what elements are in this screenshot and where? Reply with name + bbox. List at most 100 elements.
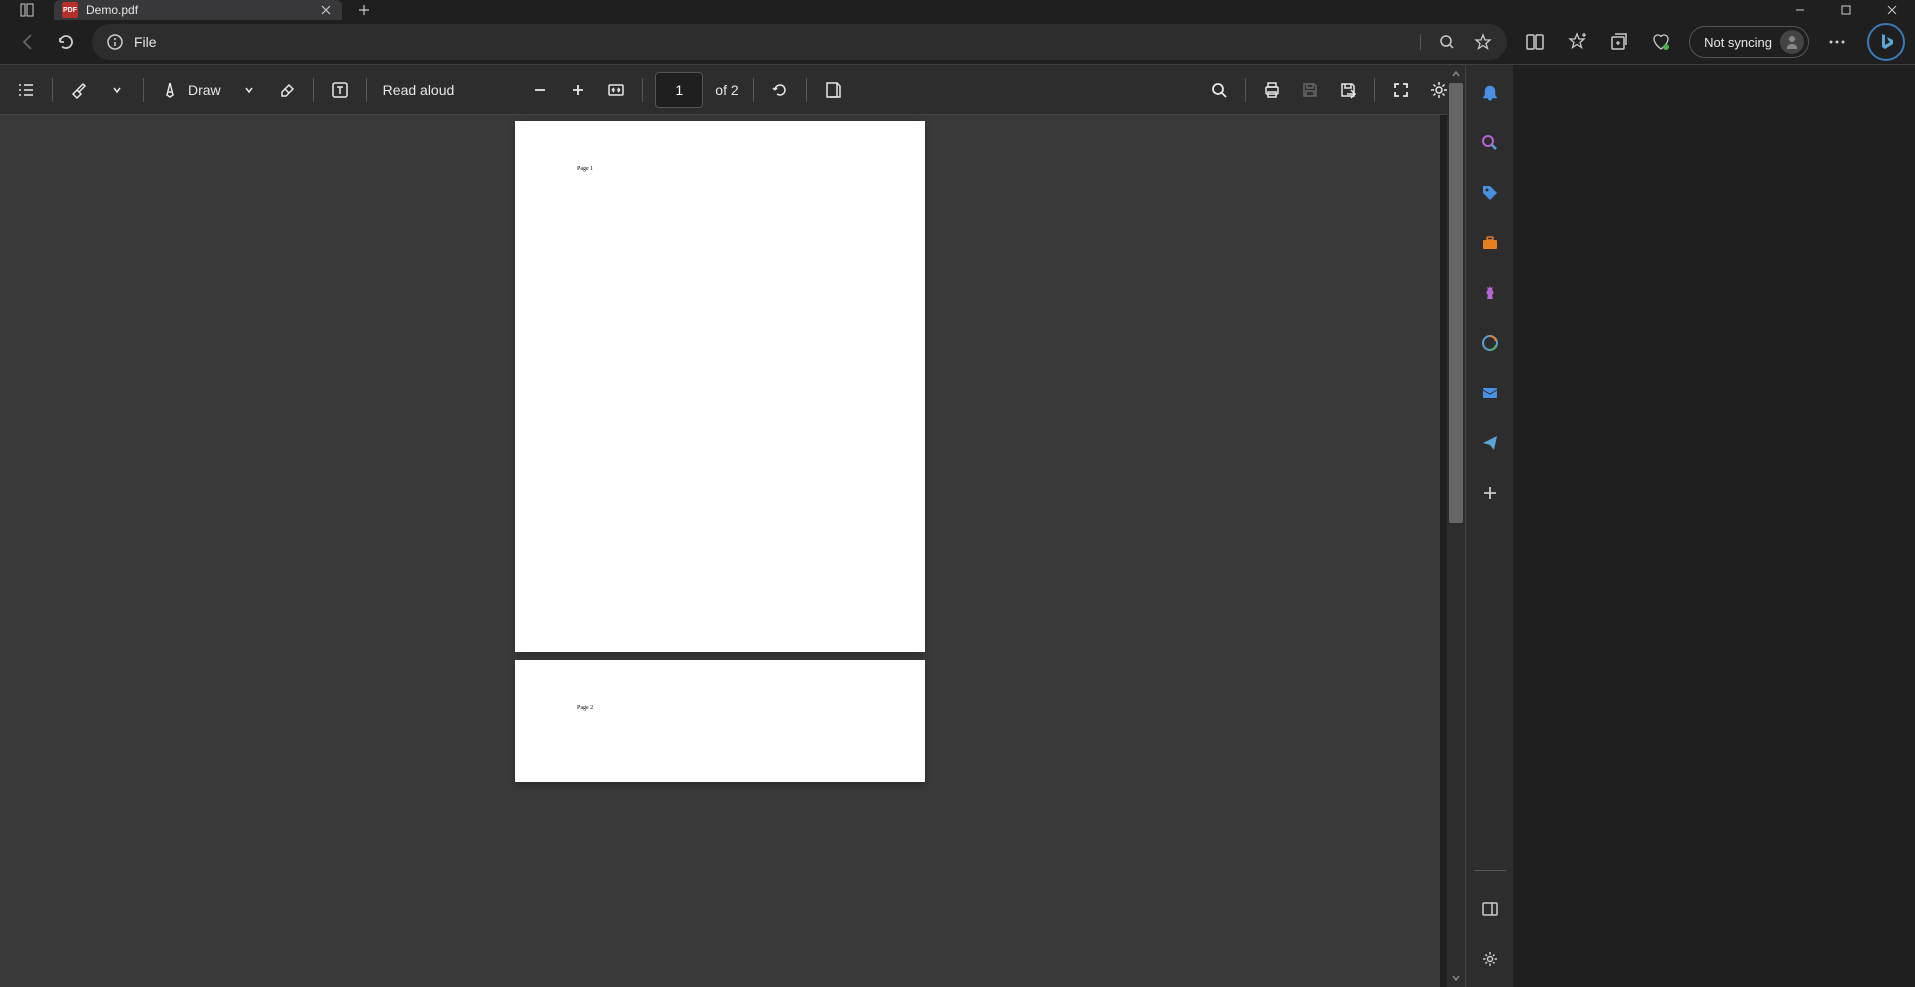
sidebar-office[interactable] xyxy=(1474,327,1506,359)
edge-sidebar xyxy=(1465,65,1513,987)
draw-dropdown[interactable] xyxy=(231,72,267,108)
eraser-icon xyxy=(277,80,297,100)
scroll-up-button[interactable] xyxy=(1447,65,1465,83)
divider xyxy=(642,78,643,102)
divider xyxy=(753,78,754,102)
sidebar-add[interactable] xyxy=(1474,477,1506,509)
contents-icon xyxy=(16,80,36,100)
back-button[interactable] xyxy=(10,24,46,60)
sidebar-search[interactable] xyxy=(1474,127,1506,159)
person-icon xyxy=(1784,34,1800,50)
divider xyxy=(143,78,144,102)
highlight-dropdown[interactable] xyxy=(99,72,135,108)
refresh-button[interactable] xyxy=(48,24,84,60)
send-icon xyxy=(1480,433,1500,453)
tab-actions-button[interactable] xyxy=(0,0,54,20)
pdf-page-1[interactable]: Page 1 xyxy=(515,121,925,652)
browser-tab[interactable]: PDF Demo.pdf xyxy=(54,0,342,20)
tab-bar: PDF Demo.pdf xyxy=(0,0,1915,20)
favorite-button[interactable] xyxy=(1467,26,1499,58)
new-tab-button[interactable] xyxy=(350,0,378,20)
address-bar[interactable]: File xyxy=(92,24,1507,60)
erase-button[interactable] xyxy=(269,72,305,108)
search-icon xyxy=(1209,80,1229,100)
minimize-button[interactable] xyxy=(1777,0,1823,20)
highlight-button[interactable] xyxy=(61,72,97,108)
minimize-icon xyxy=(1795,5,1805,15)
refresh-icon xyxy=(56,32,76,52)
draw-button[interactable]: Draw xyxy=(152,72,229,108)
close-tab-button[interactable] xyxy=(318,2,334,18)
fit-width-icon xyxy=(606,80,626,100)
search-address-button[interactable] xyxy=(1431,26,1463,58)
pdf-page-2[interactable]: Page 2 xyxy=(515,660,925,782)
collections-button[interactable] xyxy=(1599,24,1639,60)
menu-button[interactable] xyxy=(1817,24,1857,60)
minus-icon xyxy=(532,82,548,98)
pdf-toolbar: Draw Read aloud xyxy=(0,65,1465,115)
sidebar-tools[interactable] xyxy=(1474,227,1506,259)
rotate-button[interactable] xyxy=(762,72,798,108)
read-aloud-label: Read aloud xyxy=(383,82,455,98)
save-as-icon xyxy=(1338,80,1358,100)
sidebar-notifications[interactable] xyxy=(1474,77,1506,109)
bing-icon xyxy=(1876,32,1896,52)
scroll-thumb[interactable] xyxy=(1449,83,1463,523)
panel-icon xyxy=(1481,900,1499,918)
split-screen-icon xyxy=(1525,32,1545,52)
bing-button[interactable] xyxy=(1867,23,1905,61)
sidebar-outlook[interactable] xyxy=(1474,377,1506,409)
browser-essentials-button[interactable] xyxy=(1641,24,1681,60)
find-button[interactable] xyxy=(1201,72,1237,108)
gear-icon xyxy=(1481,950,1499,968)
maximize-button[interactable] xyxy=(1823,0,1869,20)
divider xyxy=(1474,870,1506,871)
sidebar-hide[interactable] xyxy=(1474,893,1506,925)
split-screen-button[interactable] xyxy=(1515,24,1555,60)
zoom-out-button[interactable] xyxy=(522,72,558,108)
close-window-button[interactable] xyxy=(1869,0,1915,20)
save-as-button[interactable] xyxy=(1330,72,1366,108)
draw-label: Draw xyxy=(188,82,221,98)
rotate-icon xyxy=(770,80,790,100)
page-number-input[interactable] xyxy=(655,72,703,108)
print-icon xyxy=(1262,80,1282,100)
sidebar-drop[interactable] xyxy=(1474,427,1506,459)
print-button[interactable] xyxy=(1254,72,1290,108)
page-view-button[interactable] xyxy=(815,72,851,108)
pdf-viewer[interactable]: Page 1 Page 2 xyxy=(0,115,1440,987)
divider xyxy=(1245,78,1246,102)
tag-icon xyxy=(1480,183,1500,203)
pen-icon xyxy=(160,80,180,100)
add-text-button[interactable] xyxy=(322,72,358,108)
fit-page-button[interactable] xyxy=(598,72,634,108)
vertical-scrollbar[interactable] xyxy=(1447,65,1465,987)
sidebar-games[interactable] xyxy=(1474,277,1506,309)
highlighter-icon xyxy=(69,80,89,100)
sync-profile-button[interactable]: Not syncing xyxy=(1689,26,1809,58)
read-aloud-button[interactable]: Read aloud xyxy=(375,72,463,108)
sidebar-settings[interactable] xyxy=(1474,943,1506,975)
save-icon xyxy=(1300,80,1320,100)
contents-button[interactable] xyxy=(8,72,44,108)
save-button[interactable] xyxy=(1292,72,1328,108)
bell-icon xyxy=(1480,83,1500,103)
chess-icon xyxy=(1480,283,1500,303)
tab-title: Demo.pdf xyxy=(86,3,310,17)
address-text: File xyxy=(134,34,1421,50)
gear-icon xyxy=(1429,80,1449,100)
scroll-track[interactable] xyxy=(1447,83,1465,969)
pdf-file-icon: PDF xyxy=(62,2,78,18)
outlook-icon xyxy=(1480,383,1500,403)
site-info-button[interactable] xyxy=(106,33,124,51)
search-icon xyxy=(1438,33,1456,51)
zoom-in-button[interactable] xyxy=(560,72,596,108)
scroll-down-button[interactable] xyxy=(1447,969,1465,987)
fullscreen-button[interactable] xyxy=(1383,72,1419,108)
office-icon xyxy=(1480,333,1500,353)
star-plus-icon xyxy=(1567,32,1587,52)
search-icon xyxy=(1480,133,1500,153)
close-icon xyxy=(321,5,331,15)
favorites-button[interactable] xyxy=(1557,24,1597,60)
sidebar-shopping[interactable] xyxy=(1474,177,1506,209)
